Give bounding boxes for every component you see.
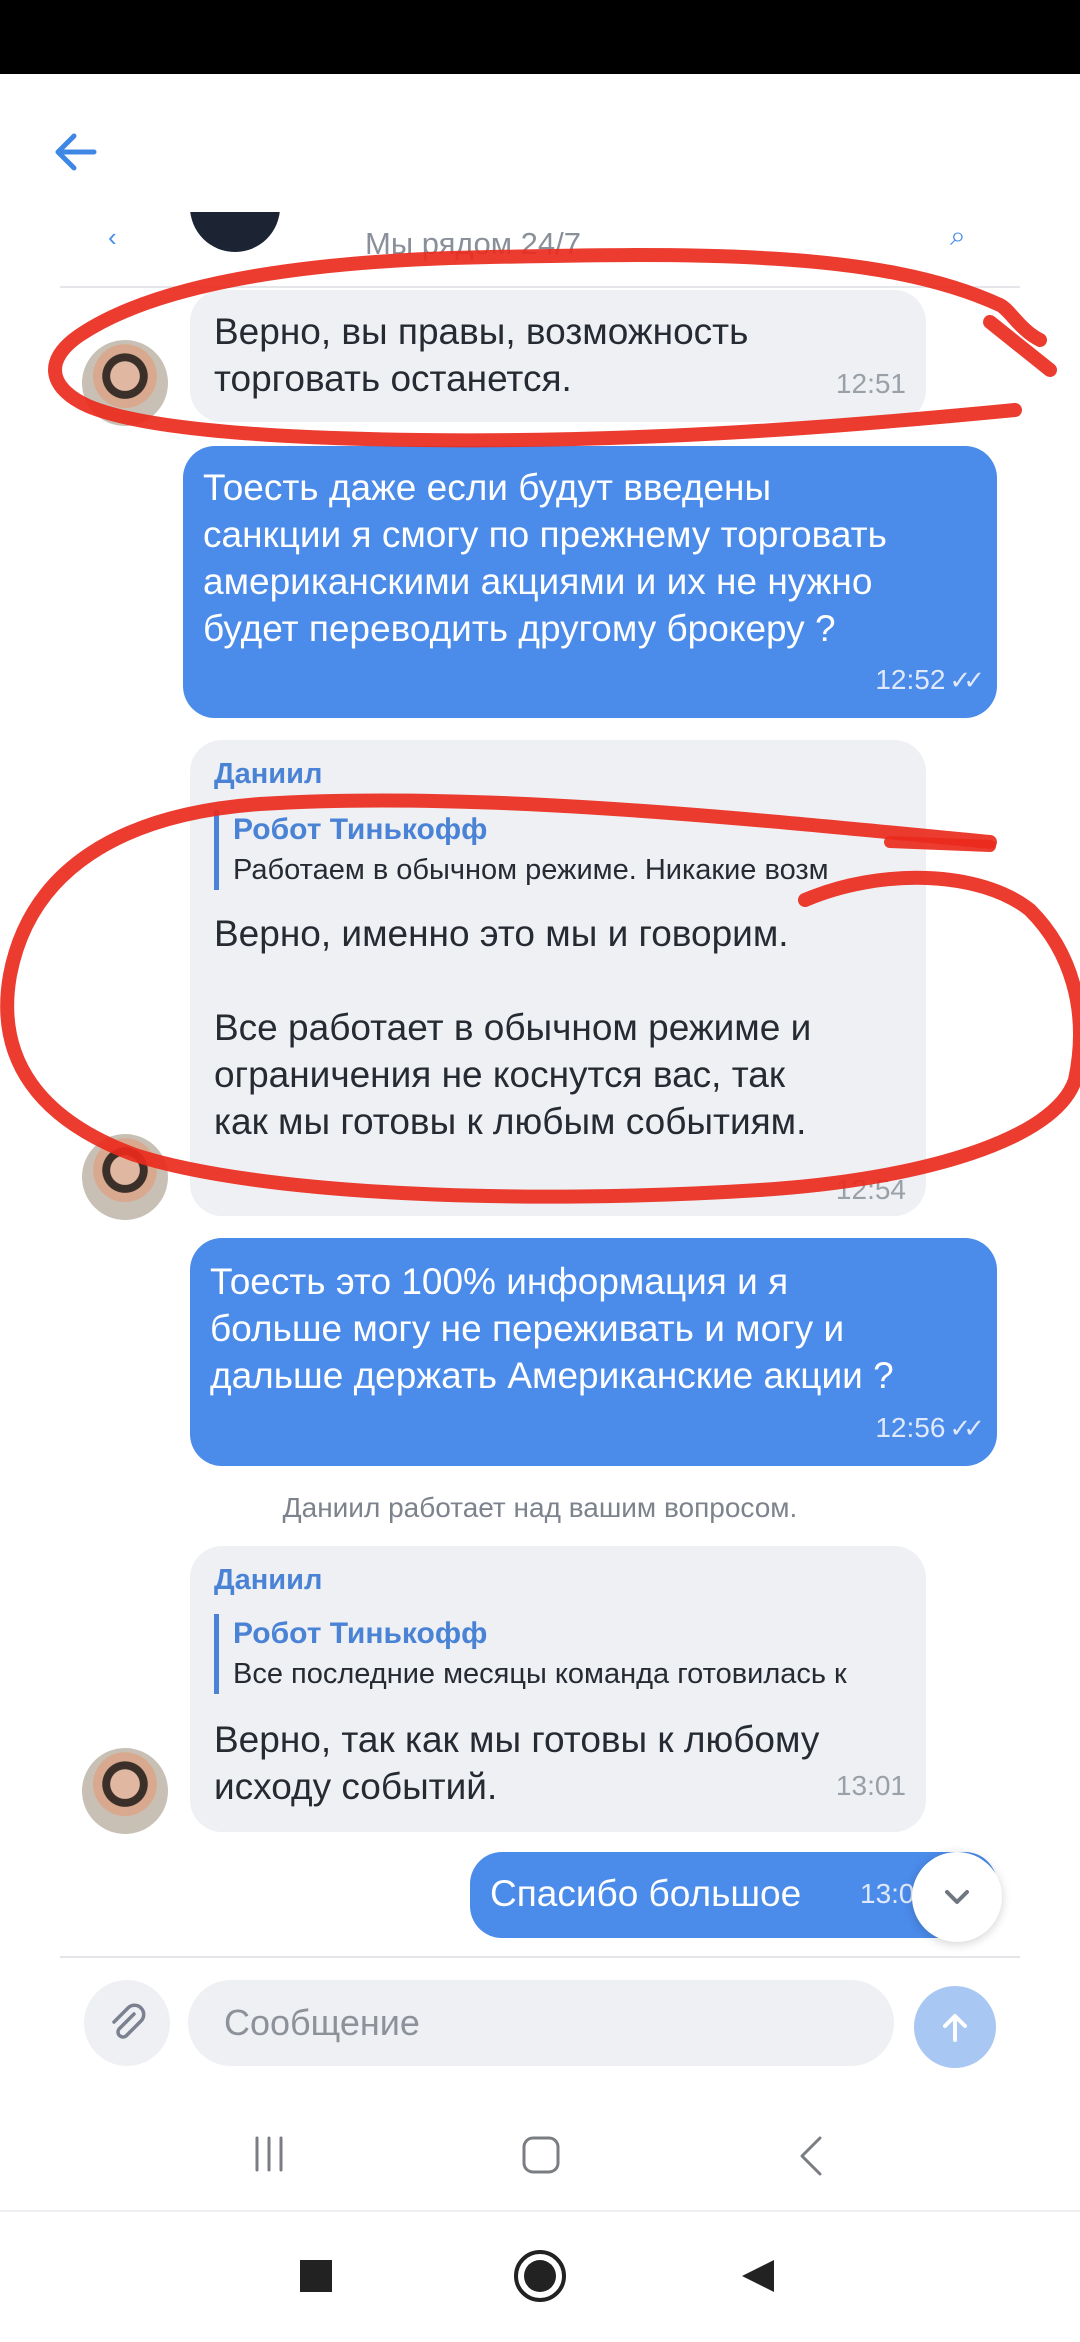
chat-subtitle: Мы рядом 24/7 [365,226,581,261]
agent-avatar [82,1134,168,1220]
scroll-down-button[interactable] [912,1852,1002,1942]
search-icon[interactable]: ⌕ [950,220,966,253]
chat-avatar [190,212,280,252]
message-time: 12:52 [875,664,946,695]
message-time: 13:0 [860,1878,915,1909]
agent-avatar [82,1748,168,1834]
outgoing-message[interactable]: Тоесть даже если будут введены санкции я… [183,446,997,718]
back-arrow-icon[interactable] [48,122,108,182]
message-input[interactable]: Сообщение [188,1980,894,2066]
chevron-left-icon[interactable]: ‹ [108,222,128,252]
status-bar [0,0,1080,74]
message-time: 12:54 [835,1174,906,1205]
chat-header: ‹ Мы рядом 24/7 ⌕ [60,212,1020,288]
paperclip-icon [112,2003,146,2039]
quoted-message[interactable]: Робот Тинькофф Все последние месяцы кома… [214,1614,903,1694]
double-check-icon: ✓✓ [949,1413,984,1443]
message-time: 13:01 [835,1770,906,1801]
back-triangle-icon[interactable] [738,2256,778,2296]
stop-square-icon[interactable] [298,2258,334,2294]
composer-divider [60,1956,1020,1958]
incoming-message[interactable]: Даниил Робот Тинькофф Все последние меся… [190,1546,926,1832]
outgoing-message[interactable]: Тоесть это 100% информация и я больше мо… [190,1238,997,1466]
system-message: Даниил работает над вашим вопросом. [282,1492,798,1523]
message-text: Верно, так как мы готовы к любому исходу… [214,1719,820,1807]
quote-text: Работаем в обычном режиме. Никакие возм [233,854,829,886]
message-text: Верно, именно это мы и говорим. Все рабо… [214,913,812,1142]
sender-name: Даниил [214,758,323,790]
quote-author: Робот Тинькофф [233,813,488,846]
incoming-message[interactable]: Даниил Робот Тинькофф Работаем в обычном… [190,740,926,1216]
message-text: Верно, вы правы, возможность торговать о… [214,311,749,399]
quoted-message[interactable]: Робот Тинькофф Работаем в обычном режиме… [214,810,903,890]
quote-author: Робот Тинькофф [233,1617,488,1650]
home-icon[interactable] [520,2134,562,2176]
incoming-message[interactable]: Верно, вы правы, возможность торговать о… [190,290,926,422]
quote-text: Все последние месяцы команда готовилась … [233,1658,847,1690]
home-circle-icon[interactable] [512,2248,568,2304]
message-text: Тоесть это 100% информация и я больше мо… [210,1261,894,1396]
sender-name: Даниил [214,1564,323,1596]
agent-avatar [82,340,168,426]
recent-apps-icon[interactable] [248,2134,290,2174]
message-time: 12:56 [875,1412,946,1443]
arrow-up-icon [943,2014,967,2042]
system-navigation-bar [0,2090,1080,2210]
double-check-icon: ✓✓ [949,665,984,695]
chevron-down-icon [945,1890,969,1904]
send-button[interactable] [914,1986,996,2068]
message-time: 12:51 [835,368,906,399]
message-text: Тоесть даже если будут введены санкции я… [203,467,887,649]
attach-button[interactable] [84,1980,170,2066]
back-nav-icon[interactable] [796,2134,826,2178]
secondary-navigation-bar [0,2210,1080,2342]
